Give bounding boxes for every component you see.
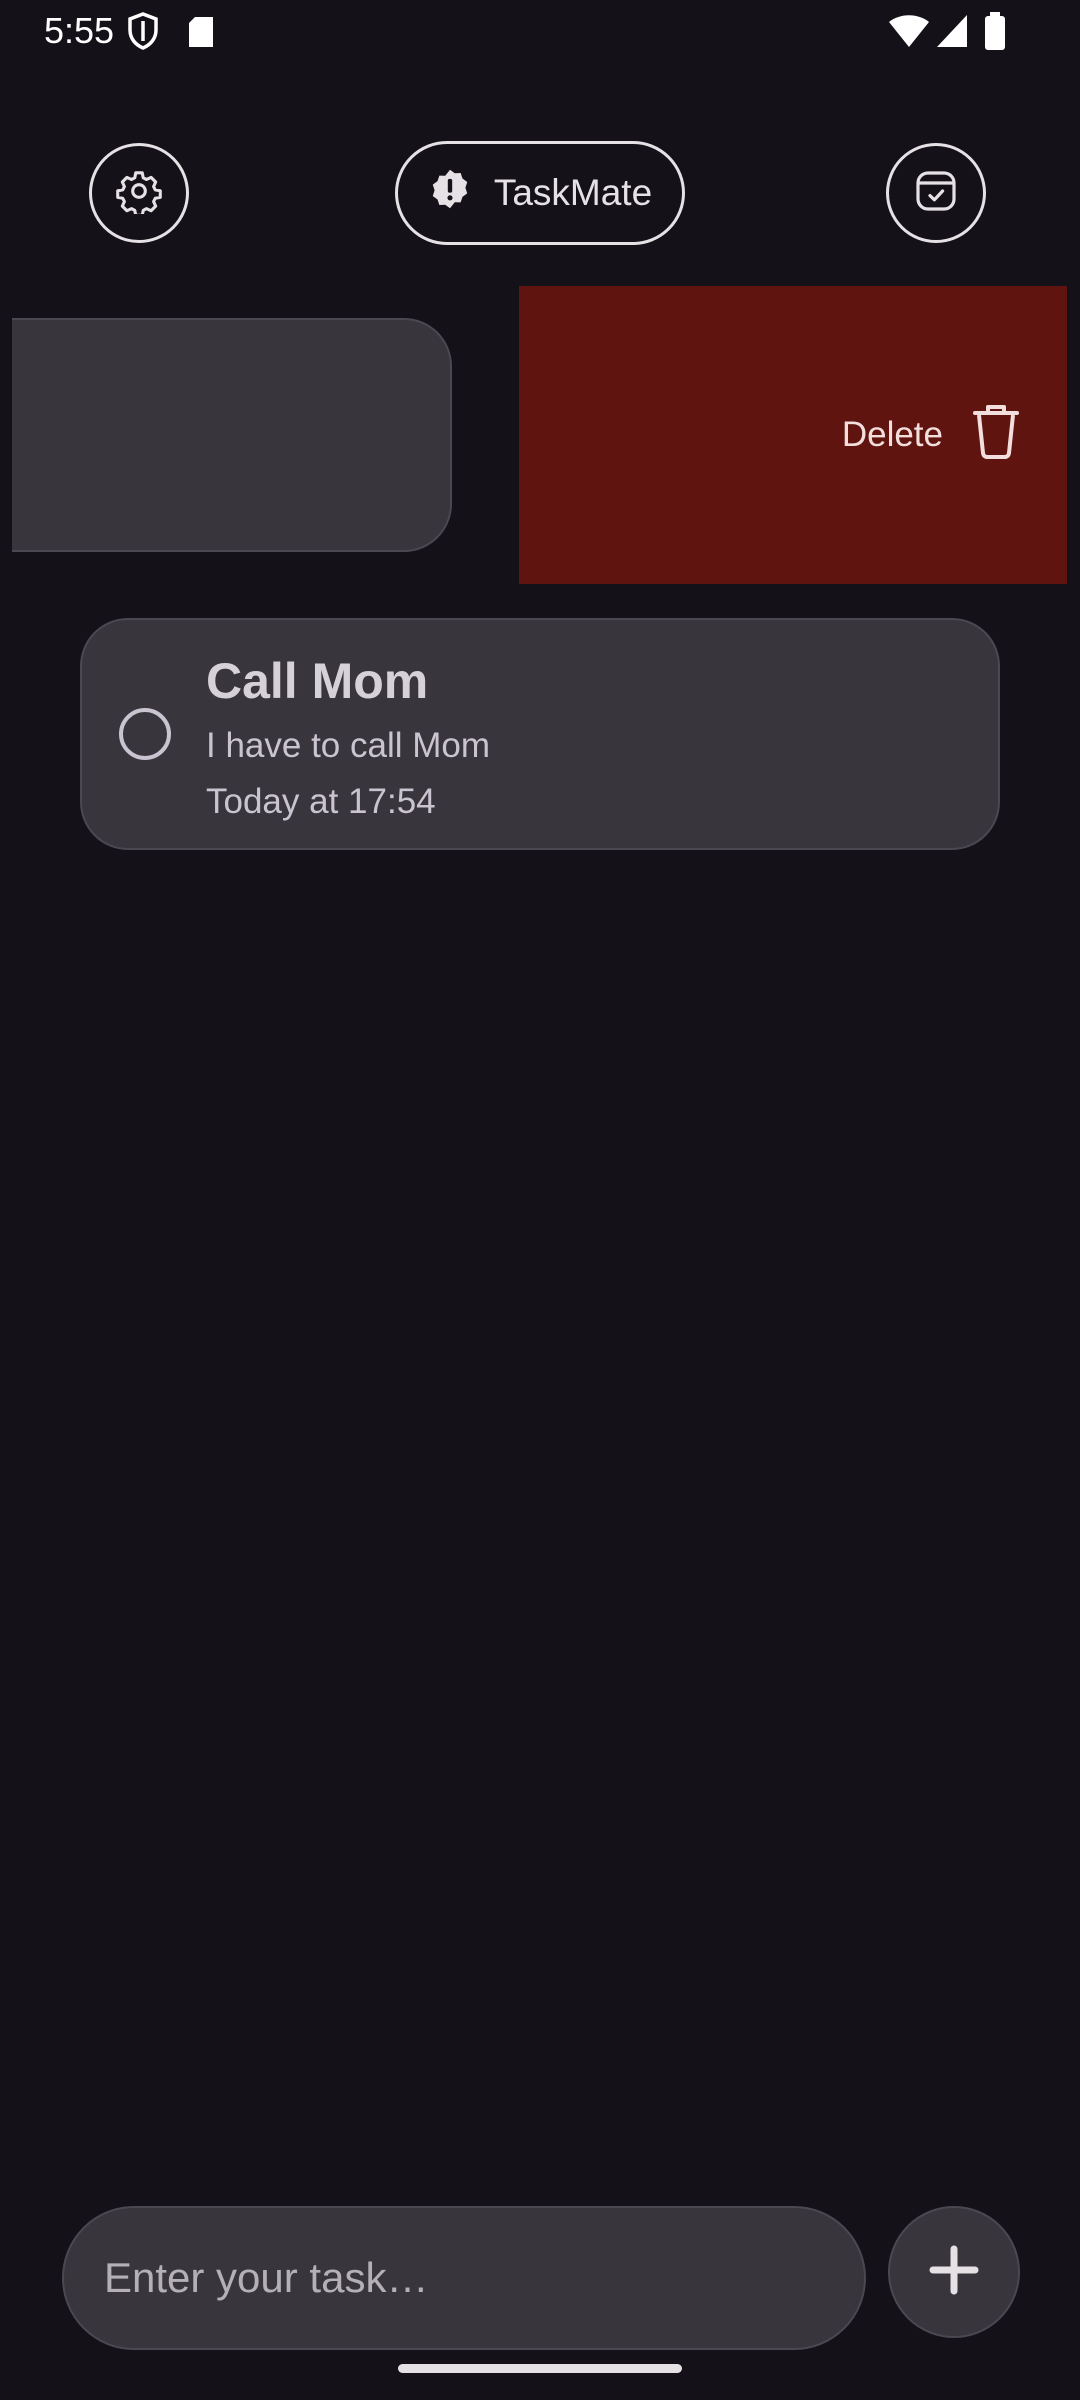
task-description: I have to call Mom <box>206 726 490 765</box>
trash-icon <box>971 403 1021 468</box>
plus-icon <box>929 2245 979 2300</box>
task-card[interactable]: Call Mom I have to call Mom Today at 17:… <box>80 618 1000 850</box>
task-title: Call Mom <box>206 653 429 709</box>
sd-card-icon <box>187 16 215 48</box>
status-time: 5:55 <box>44 10 115 51</box>
signal-icon <box>936 14 968 48</box>
app-title: TaskMate <box>493 172 653 213</box>
wifi-icon <box>888 14 930 48</box>
shield-icon <box>128 12 158 50</box>
alert-badge-icon <box>428 167 472 220</box>
gear-icon <box>116 168 162 219</box>
swiped-task-card[interactable] <box>12 318 452 552</box>
delete-label: Delete <box>841 415 943 454</box>
task-due-date: Today at 17:54 <box>206 782 436 821</box>
settings-button[interactable] <box>89 143 189 243</box>
app-title-pill[interactable]: TaskMate <box>395 141 685 245</box>
task-complete-checkbox[interactable] <box>119 708 171 760</box>
delete-action[interactable]: Delete <box>519 286 1067 584</box>
task-input[interactable] <box>64 2208 864 2348</box>
battery-icon <box>984 12 1006 50</box>
calendar-check-icon <box>912 167 960 220</box>
home-indicator[interactable] <box>398 2364 682 2373</box>
task-input-container[interactable] <box>62 2206 866 2350</box>
calendar-button[interactable] <box>886 143 986 243</box>
add-task-button[interactable] <box>888 2206 1020 2338</box>
